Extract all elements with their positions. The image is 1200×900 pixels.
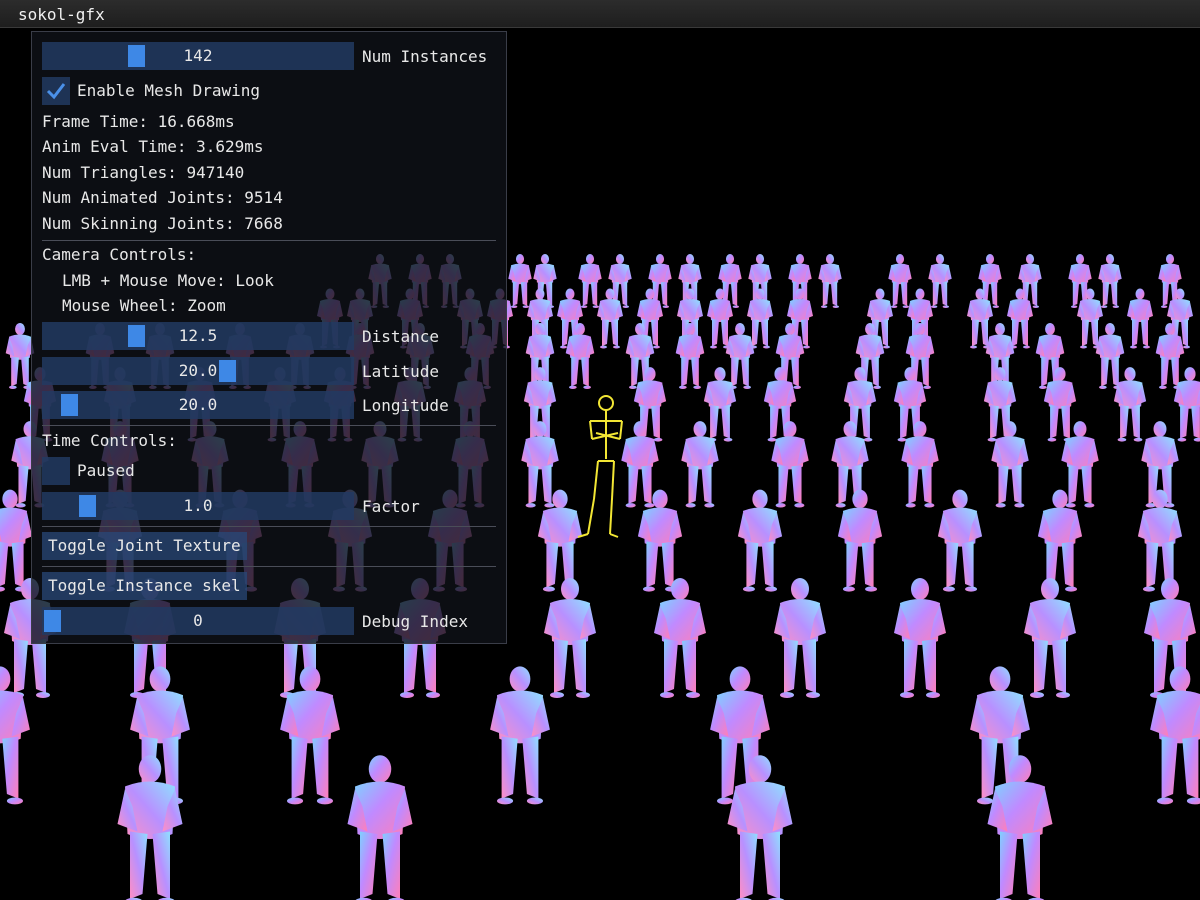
character-figure [675, 322, 705, 389]
character-figure [508, 254, 532, 309]
character-figure [894, 578, 946, 698]
character-figure [578, 254, 602, 309]
character-figure [544, 578, 596, 698]
character-figure [1095, 322, 1125, 389]
num-skinning-joints-text: Num Skinning Joints: 7668 [42, 214, 283, 233]
character-figure [654, 578, 706, 698]
paused-label: Paused [77, 461, 135, 480]
character-figure [490, 666, 550, 805]
character-figure [1127, 288, 1153, 349]
slider-value: 20.0 [178, 361, 218, 380]
character-figure [1137, 489, 1183, 592]
longitude-label: Longitude [362, 396, 449, 415]
slider-value: 142 [183, 46, 213, 65]
camera-controls-header: Camera Controls: [42, 245, 197, 264]
window-titlebar[interactable]: sokol-gfx [0, 0, 1200, 28]
character-figure [774, 578, 826, 698]
frame-time-text: Frame Time: 16.668ms [42, 112, 235, 131]
character-figure [727, 755, 793, 900]
debug-skeleton [577, 395, 623, 538]
character-figure [928, 254, 952, 309]
factor-label: Factor [362, 497, 420, 516]
latitude-label: Latitude [362, 362, 440, 381]
character-figure [1155, 322, 1185, 389]
character-figure [937, 489, 983, 592]
num-animated-joints-text: Num Animated Joints: 9514 [42, 188, 283, 207]
character-figure [818, 254, 842, 309]
camera-hint-look: LMB + Mouse Move: Look [62, 271, 274, 290]
settings-panel: 142 Num Instances Enable Mesh Drawing Fr… [31, 31, 507, 644]
character-figure [1024, 578, 1076, 698]
character-figure [771, 421, 809, 508]
window-title: sokol-gfx [18, 5, 105, 24]
distance-slider[interactable]: 12.5 [42, 322, 354, 350]
slider-value: 12.5 [178, 326, 218, 345]
character-figure [521, 421, 559, 508]
character-figure [987, 755, 1053, 900]
toggle-instance-skel-button[interactable]: Toggle Instance skel [42, 572, 247, 600]
num-instances-slider[interactable]: 142 [42, 42, 354, 70]
longitude-slider[interactable]: 20.0 [42, 391, 354, 419]
character-figure [5, 322, 35, 389]
camera-hint-zoom: Mouse Wheel: Zoom [62, 296, 226, 315]
num-instances-label: Num Instances [362, 47, 488, 66]
debug-index-slider[interactable]: 0 [42, 607, 354, 635]
enable-mesh-label: Enable Mesh Drawing [77, 81, 261, 100]
time-controls-header: Time Controls: [42, 431, 177, 450]
slider-value: 1.0 [183, 496, 213, 515]
character-figure [565, 322, 595, 389]
character-figure [1043, 367, 1077, 442]
separator [42, 526, 496, 527]
slider-value: 20.0 [178, 395, 218, 414]
separator [42, 240, 496, 241]
debug-index-label: Debug Index [362, 612, 468, 631]
distance-label: Distance [362, 327, 440, 346]
anim-eval-time-text: Anim Eval Time: 3.629ms [42, 137, 264, 156]
character-figure [1098, 254, 1122, 309]
latitude-slider[interactable]: 20.0 [42, 357, 354, 385]
character-figure [737, 489, 783, 592]
character-figure [991, 421, 1029, 508]
character-figure [347, 755, 413, 900]
character-figure [901, 421, 939, 508]
enable-mesh-checkbox[interactable] [42, 77, 70, 105]
separator [42, 425, 496, 426]
checkmark-icon [46, 83, 66, 100]
character-figure [621, 421, 659, 508]
factor-slider[interactable]: 1.0 [42, 492, 354, 520]
character-figure [888, 254, 912, 309]
character-figure [597, 288, 623, 349]
slider-value: 0 [193, 611, 203, 630]
toggle-joint-texture-button[interactable]: Toggle Joint Texture [42, 532, 247, 560]
num-triangles-text: Num Triangles: 947140 [42, 163, 245, 182]
paused-checkbox[interactable] [42, 457, 70, 485]
character-figure [725, 322, 755, 389]
separator [42, 566, 496, 567]
